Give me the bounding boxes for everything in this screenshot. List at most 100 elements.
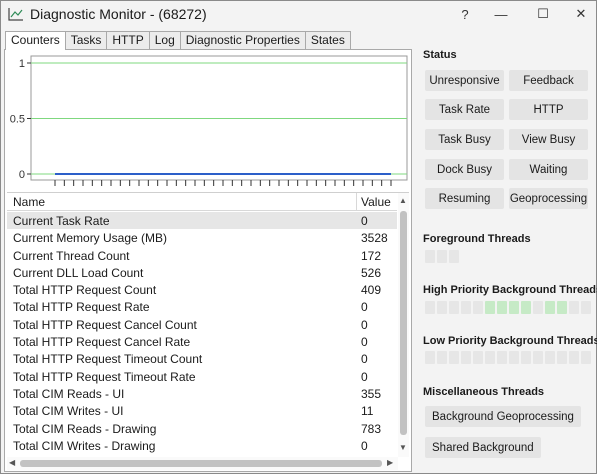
list-item[interactable]: Total HTTP Request Cancel Rate 0 xyxy=(7,333,397,350)
thread-cell-busy xyxy=(545,301,555,314)
y-tick-label: 0 xyxy=(19,169,25,181)
thread-cell-busy xyxy=(557,301,567,314)
geoprocessing-button[interactable]: Geoprocessing xyxy=(509,188,588,209)
thread-cell-idle xyxy=(449,351,459,364)
list-item[interactable]: Total CIM Reads - UI 355 xyxy=(7,385,397,402)
tab-tasks[interactable]: Tasks xyxy=(64,31,108,49)
view-busy-button[interactable]: View Busy xyxy=(509,129,588,150)
thread-cell-idle xyxy=(425,351,435,364)
list-item[interactable]: Current Thread Count 172 xyxy=(7,247,397,264)
list-item[interactable]: Current Task Rate 0 xyxy=(7,212,397,230)
horizontal-scroll-thumb[interactable] xyxy=(20,460,382,467)
counter-value: 0 xyxy=(361,438,368,453)
tab-counters[interactable]: Counters xyxy=(5,31,66,50)
counter-rows: Current Task Rate 0 Current Memory Usage … xyxy=(7,212,397,454)
low-priority-threads xyxy=(425,351,591,364)
counter-name: Current Task Rate xyxy=(13,214,110,228)
tab-http[interactable]: HTTP xyxy=(106,31,150,49)
unresponsive-button[interactable]: Unresponsive xyxy=(425,70,504,91)
counter-chart: 10.50 xyxy=(10,55,408,186)
chart-y-ticks: 10.50 xyxy=(10,58,31,181)
counter-value: 0 xyxy=(361,369,368,384)
horizontal-scrollbar[interactable]: ◀ ▶ xyxy=(7,457,398,470)
shared-background-button[interactable]: Shared Background xyxy=(425,437,541,458)
scroll-up-icon[interactable]: ▲ xyxy=(399,196,407,205)
counter-name: Total HTTP Request Cancel Rate xyxy=(13,335,191,350)
counter-name: Total HTTP Request Rate xyxy=(13,300,150,315)
thread-cell-idle xyxy=(449,250,459,263)
column-separator[interactable] xyxy=(356,193,357,211)
list-item[interactable]: Total HTTP Request Timeout Rate 0 xyxy=(7,368,397,385)
list-item[interactable]: Total CIM Writes - Drawing 0 xyxy=(7,437,397,454)
counter-name: Current Memory Usage (MB) xyxy=(13,231,168,246)
counter-name: Current Thread Count xyxy=(13,248,130,263)
close-button[interactable]: ✕ xyxy=(561,1,597,27)
thread-cell-idle xyxy=(521,351,531,364)
counter-value: 3528 xyxy=(361,231,388,246)
thread-cell-busy xyxy=(497,301,507,314)
list-item[interactable]: Total HTTP Request Timeout Count 0 xyxy=(7,350,397,367)
scroll-right-icon[interactable]: ▶ xyxy=(387,458,409,467)
tab-log[interactable]: Log xyxy=(148,31,181,49)
title-bar: Diagnostic Monitor - (68272) ? — ☐ ✕ xyxy=(1,1,596,29)
counters-panel: 1 0.5 0 Name Value Current Task Rate 0 Curr… xyxy=(4,49,412,472)
thread-cell-idle xyxy=(449,301,459,314)
counter-value: 0 xyxy=(361,335,368,350)
list-item[interactable]: Total CIM Reads - Drawing 783 xyxy=(7,420,397,437)
thread-cell-busy xyxy=(485,301,495,314)
window-title: Diagnostic Monitor - (68272) xyxy=(30,6,207,22)
y-tick-label: 0.5 xyxy=(10,114,25,126)
thread-cell-busy xyxy=(509,301,519,314)
background-geoprocessing-button[interactable]: Background Geoprocessing xyxy=(425,406,581,427)
tab-strip: Counters Tasks HTTP Log Diagnostic Prope… xyxy=(5,31,351,50)
chart-x-ticks xyxy=(54,180,392,186)
task-rate-button[interactable]: Task Rate xyxy=(425,99,504,120)
thread-cell-idle xyxy=(545,351,555,364)
thread-cell-idle xyxy=(485,351,495,364)
feedback-button[interactable]: Feedback xyxy=(509,70,588,91)
thread-cell-idle xyxy=(533,351,543,364)
counter-value: 355 xyxy=(361,386,382,401)
minimize-button[interactable]: — xyxy=(481,1,521,27)
counter-value: 783 xyxy=(361,421,382,436)
tab-states[interactable]: States xyxy=(304,31,351,49)
vertical-scrollbar[interactable]: ▲ ▼ xyxy=(398,193,409,457)
counters-list: Name Value Current Task Rate 0 Current Me… xyxy=(7,192,409,471)
list-item[interactable]: Current Memory Usage (MB) 3528 xyxy=(7,229,397,246)
list-item[interactable]: Total HTTP Request Count 409 xyxy=(7,281,397,298)
list-item[interactable]: Total CIM Writes - UI 11 xyxy=(7,402,397,419)
help-button[interactable]: ? xyxy=(445,1,485,27)
column-header-value[interactable]: Value xyxy=(361,195,391,209)
foreground-threads-heading: Foreground Threads xyxy=(423,233,531,245)
scroll-left-icon[interactable]: ◀ xyxy=(9,458,15,467)
thread-cell-idle xyxy=(437,250,447,263)
list-item[interactable]: Total HTTP Request Cancel Count 0 xyxy=(7,316,397,333)
list-item[interactable]: Current DLL Load Count 526 xyxy=(7,264,397,281)
thread-cell-idle xyxy=(425,301,435,314)
counter-name: Total HTTP Request Timeout Rate xyxy=(13,369,196,384)
list-item[interactable]: Total HTTP Request Rate 0 xyxy=(7,298,397,315)
waiting-button[interactable]: Waiting xyxy=(509,159,588,180)
counter-value: 11 xyxy=(361,404,374,419)
http-button[interactable]: HTTP xyxy=(509,99,588,120)
counter-name: Total CIM Reads - UI xyxy=(13,386,125,401)
counter-name: Total CIM Writes - UI xyxy=(13,404,124,419)
thread-cell-idle xyxy=(473,351,483,364)
y-tick-label: 1 xyxy=(19,58,25,70)
resuming-button[interactable]: Resuming xyxy=(425,188,504,209)
scroll-down-icon[interactable]: ▼ xyxy=(399,443,407,452)
counter-name: Total HTTP Request Count xyxy=(13,283,157,298)
foreground-threads xyxy=(425,250,459,263)
thread-cell-busy xyxy=(521,301,531,314)
maximize-button[interactable]: ☐ xyxy=(523,1,563,27)
dock-busy-button[interactable]: Dock Busy xyxy=(425,159,504,180)
task-busy-button[interactable]: Task Busy xyxy=(425,129,504,150)
high-priority-threads-heading: High Priority Background Threads xyxy=(423,284,597,296)
tab-diagnostic-properties[interactable]: Diagnostic Properties xyxy=(179,31,306,49)
thread-cell-idle xyxy=(581,301,591,314)
counter-value: 0 xyxy=(361,214,368,228)
counter-name: Total CIM Writes - Drawing xyxy=(13,438,156,453)
vertical-scroll-thumb[interactable] xyxy=(400,211,407,435)
column-header-name[interactable]: Name xyxy=(13,195,45,209)
status-heading: Status xyxy=(423,49,457,61)
